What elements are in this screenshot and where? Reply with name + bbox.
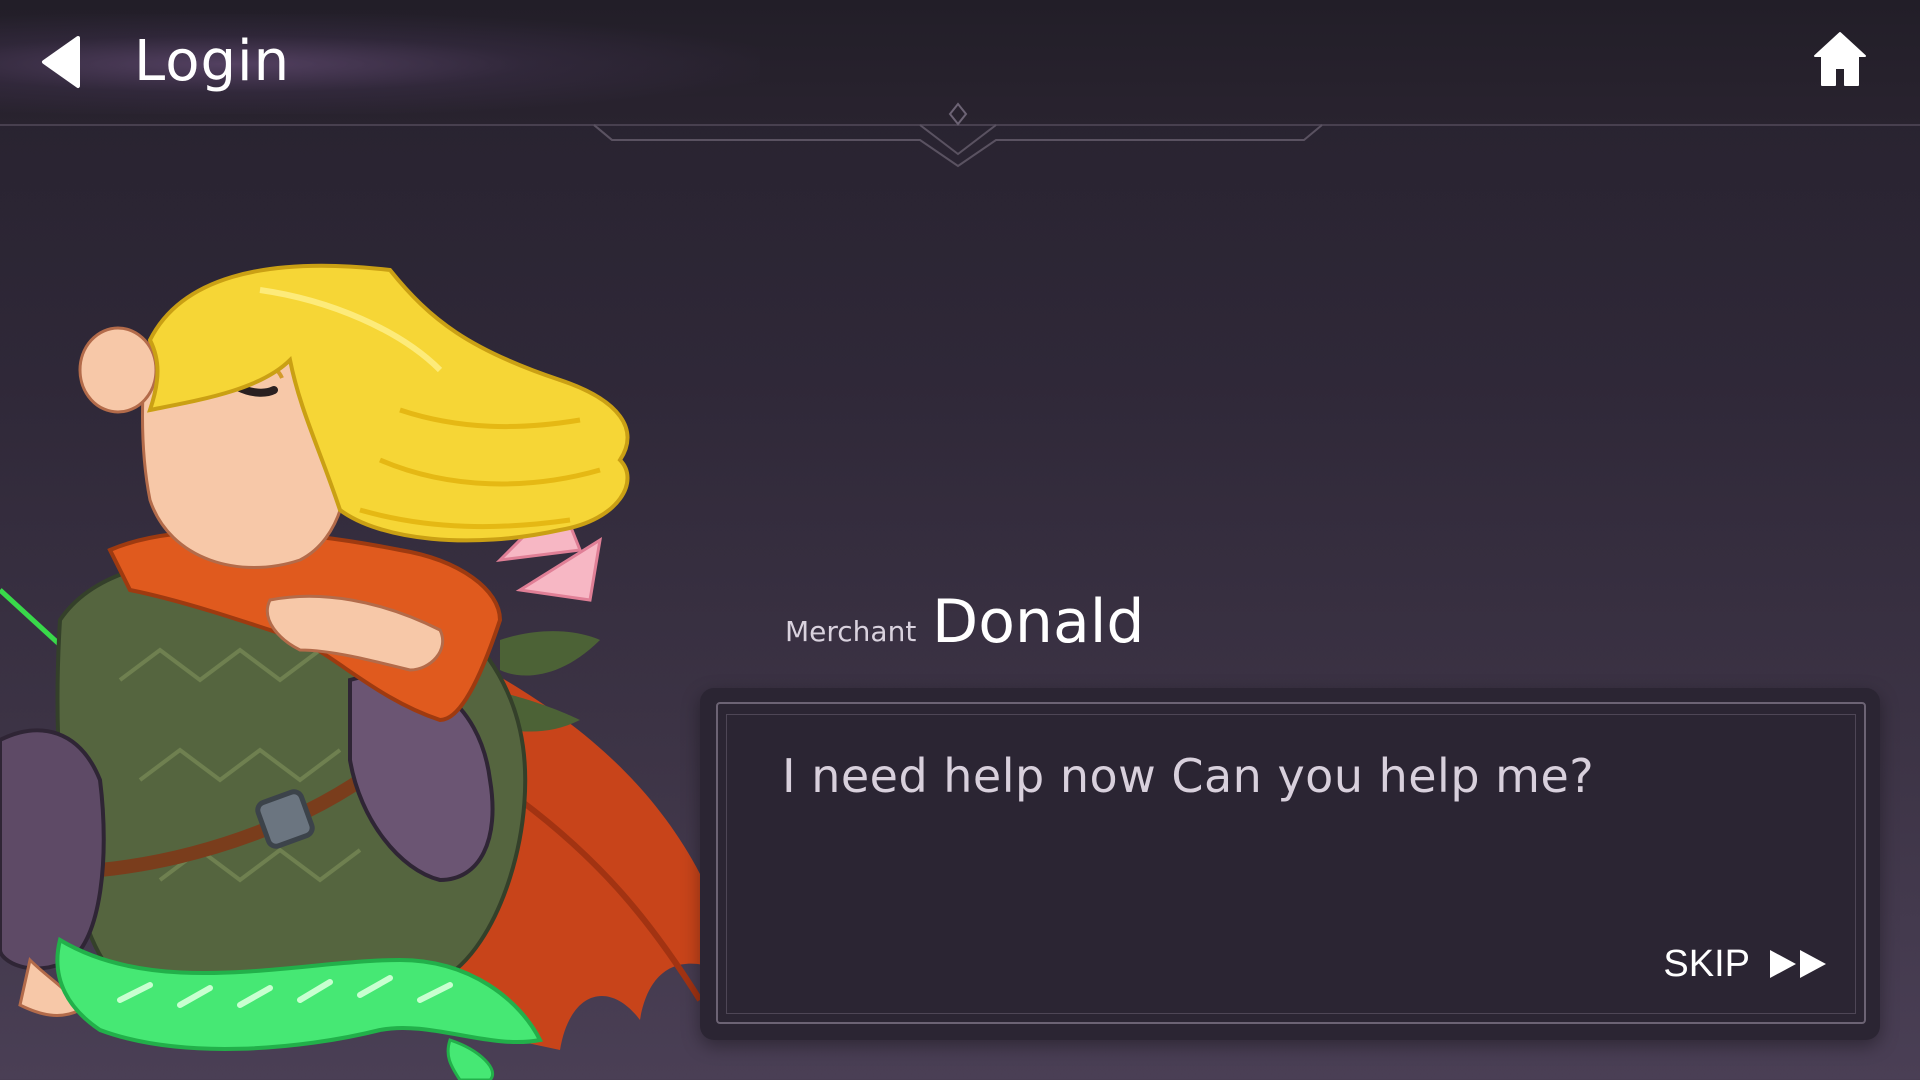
header-ornament bbox=[0, 102, 1920, 168]
back-button[interactable] bbox=[36, 34, 88, 90]
speaker-role: Merchant bbox=[785, 615, 917, 648]
page-title: Login bbox=[134, 29, 291, 94]
fast-forward-icon bbox=[1768, 947, 1828, 981]
home-button[interactable] bbox=[1812, 30, 1868, 88]
dialog-box[interactable]: I need help now Can you help me? SKIP bbox=[700, 688, 1880, 1040]
skip-button[interactable]: SKIP bbox=[1663, 940, 1828, 988]
home-icon bbox=[1814, 32, 1866, 86]
speaker-name: Donald bbox=[932, 587, 1145, 657]
title-glow bbox=[0, 14, 760, 114]
merchant-character-illustration bbox=[0, 260, 760, 1080]
back-arrow-icon bbox=[42, 36, 80, 88]
dialog-message: I need help now Can you help me? bbox=[782, 749, 1595, 803]
skip-label: SKIP bbox=[1663, 943, 1750, 985]
